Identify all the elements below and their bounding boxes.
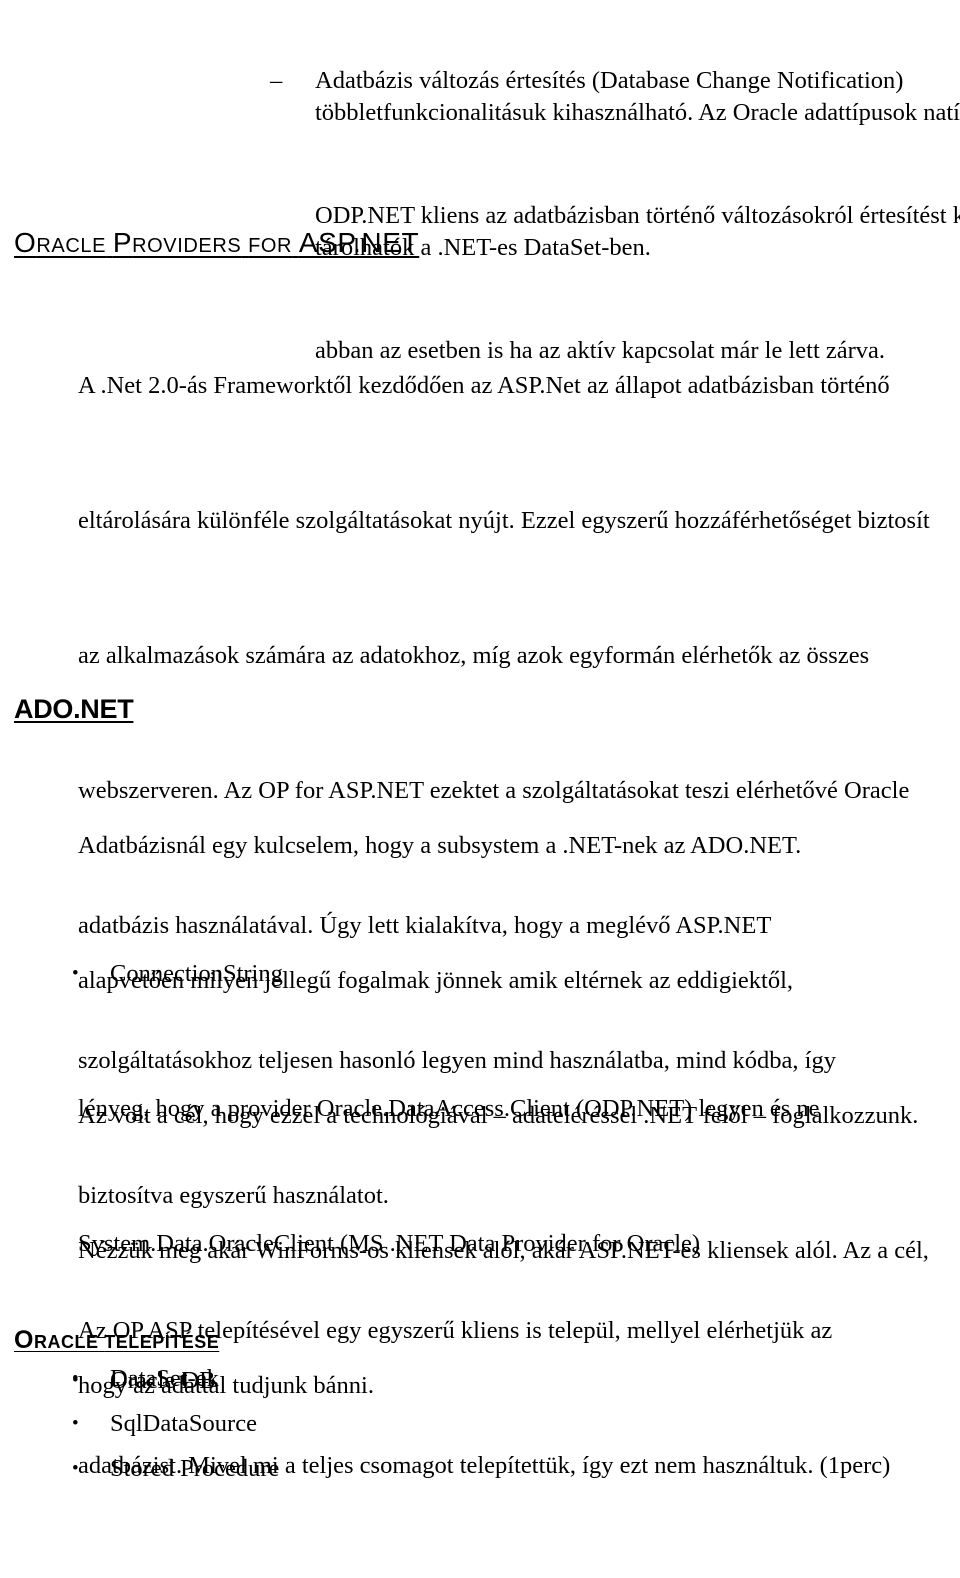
page-title: Oracle Providers for ASP.NET — [14, 228, 419, 261]
list-item-label: Stored Procedure — [110, 1455, 280, 1482]
section-title-oracle-telepitese: Oracle telepítése — [14, 1326, 219, 1357]
oracle-telepitese-bullet-list: • Oracle DB — [0, 1358, 960, 1403]
list-item: • SqlDataSource — [0, 1401, 960, 1446]
list-item: • Oracle DB — [0, 1358, 960, 1403]
heading-ado-net: ADO.NET — [14, 692, 960, 726]
heading-word-racle: racle — [33, 1332, 99, 1352]
body-line: eltárolására különféle szolgáltatásokat … — [78, 507, 930, 534]
ado-net-bullet-list: • ConnectionString lényeg, hogy a provid… — [0, 951, 960, 1491]
body-line: A .Net 2.0-ás Frameworktől kezdődően az … — [78, 372, 890, 399]
heading-word-racle: racle — [36, 235, 107, 257]
heading-initial-o: O — [14, 1326, 34, 1354]
bullet-icon: • — [72, 1458, 79, 1479]
dash-bullet-icon: – — [270, 67, 283, 94]
list-item-label: ConnectionString — [110, 960, 283, 987]
bullet-icon: • — [72, 963, 79, 984]
list-item: – Adatbázis változás értesítés (Database… — [0, 58, 960, 103]
heading-initial-o: O — [14, 227, 37, 258]
body-line: Adatbázisnál egy kulcselem, hogy a subsy… — [78, 832, 802, 859]
body-line: az alkalmazások számára az adatokhoz, mí… — [78, 642, 870, 669]
list-item: • ConnectionString — [0, 951, 960, 996]
heading-word-telepitese: telepítése — [104, 1332, 220, 1352]
list-item-label: SqlDataSource — [110, 1410, 257, 1437]
document-page: többletfunkcionalitásuk kihasználható. A… — [0, 0, 960, 1482]
heading-word-roviders: roviders — [132, 235, 242, 257]
heading-oracle-providers-for-aspnet: Oracle Providers for ASP.NET — [14, 228, 960, 261]
heading-word-for: for — [248, 235, 293, 257]
bullet-icon: • — [72, 1370, 79, 1391]
bullet-sub-line: lényeg, hogy a provider Oracle.DataAcces… — [78, 1095, 820, 1122]
list-item-label: Oracle DB — [110, 1367, 216, 1394]
list-item-label: Adatbázis változás értesítés (Database C… — [315, 67, 904, 94]
heading-oracle-telepitese: Oracle telepítése — [14, 1326, 960, 1357]
bullet-sub-line: System.Data.OracleClient (MS .NET Data P… — [78, 1230, 701, 1257]
bullet-icon: • — [72, 1413, 79, 1434]
heading-initial-p: P — [112, 227, 133, 258]
list-item: • Stored Procedure — [0, 1446, 960, 1491]
section-title-ado-net: ADO.NET — [14, 694, 134, 724]
heading-word-aspnet: ASP.NET — [298, 227, 420, 258]
